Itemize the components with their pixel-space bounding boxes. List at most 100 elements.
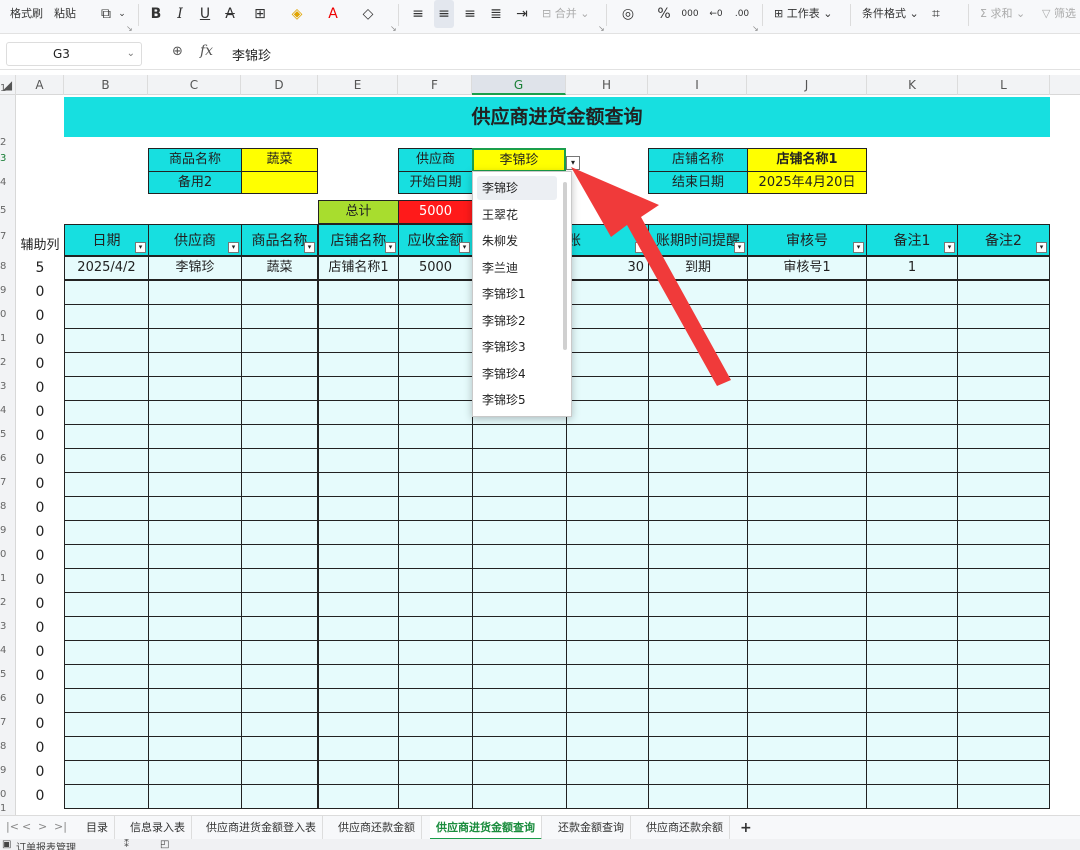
- table-cell[interactable]: [241, 352, 318, 377]
- row-number[interactable]: 1: [0, 803, 16, 814]
- row-number[interactable]: 3: [0, 153, 16, 164]
- table-cell[interactable]: [64, 472, 149, 497]
- table-cell[interactable]: [318, 400, 399, 425]
- table-cell[interactable]: [957, 352, 1050, 377]
- row-number[interactable]: 2: [0, 137, 16, 148]
- aux-value[interactable]: 0: [16, 352, 64, 376]
- sum-button[interactable]: Σ 求和 ⌄: [980, 0, 1025, 28]
- table-cell[interactable]: [398, 376, 473, 401]
- table-cell[interactable]: [866, 784, 958, 809]
- aux-value[interactable]: 0: [16, 496, 64, 520]
- table-cell[interactable]: [957, 424, 1050, 449]
- table-cell[interactable]: [64, 280, 149, 305]
- table-cell[interactable]: [957, 616, 1050, 641]
- table-cell[interactable]: [318, 736, 399, 761]
- table-cell[interactable]: [398, 520, 473, 545]
- table-cell[interactable]: [398, 712, 473, 737]
- table-cell[interactable]: [148, 520, 242, 545]
- table-cell[interactable]: [957, 304, 1050, 329]
- table-cell[interactable]: [318, 664, 399, 689]
- aux-value[interactable]: 0: [16, 304, 64, 328]
- table-cell[interactable]: [566, 472, 649, 497]
- table-cell[interactable]: [64, 544, 149, 569]
- table-cell[interactable]: [472, 736, 567, 761]
- aux-value[interactable]: 0: [16, 328, 64, 352]
- aux-value[interactable]: 0: [16, 640, 64, 664]
- chevron-down-icon[interactable]: ⌄: [127, 43, 135, 65]
- table-cell[interactable]: [957, 760, 1050, 785]
- sheet-tab[interactable]: 信息录入表: [124, 816, 192, 840]
- sheet-tab[interactable]: 供应商进货金额登入表: [200, 816, 323, 840]
- function-icon[interactable]: fx: [200, 43, 213, 59]
- table-cell[interactable]: [318, 328, 399, 353]
- column-header-b[interactable]: B: [64, 75, 148, 95]
- aux-value[interactable]: 0: [16, 592, 64, 616]
- table-cell[interactable]: [747, 400, 867, 425]
- table-cell[interactable]: [566, 400, 649, 425]
- table-cell[interactable]: [64, 688, 149, 713]
- number-format-icon[interactable]: ◎: [618, 0, 638, 28]
- aux-value[interactable]: 0: [16, 400, 64, 424]
- row-number[interactable]: 7: [0, 717, 16, 728]
- name-box[interactable]: G3 ⌄: [6, 42, 142, 66]
- table-cell[interactable]: [318, 712, 399, 737]
- table-cell[interactable]: [148, 784, 242, 809]
- column-header-h[interactable]: H: [566, 75, 648, 95]
- table-cell[interactable]: [318, 640, 399, 665]
- status-tool-icon[interactable]: ⁑: [124, 839, 129, 850]
- table-cell[interactable]: [866, 688, 958, 713]
- aux-value[interactable]: 0: [16, 544, 64, 568]
- last-sheet-icon[interactable]: >|: [54, 820, 67, 833]
- table-cell[interactable]: [566, 568, 649, 593]
- table-cell[interactable]: [148, 400, 242, 425]
- table-cell[interactable]: [64, 304, 149, 329]
- table-cell[interactable]: [648, 712, 748, 737]
- table-cell[interactable]: [148, 448, 242, 473]
- table-cell[interactable]: [64, 592, 149, 617]
- decrease-decimal-icon[interactable]: .00: [732, 0, 752, 28]
- table-cell[interactable]: [747, 784, 867, 809]
- table-cell[interactable]: [398, 760, 473, 785]
- table-cell[interactable]: [747, 616, 867, 641]
- aux-value[interactable]: 0: [16, 280, 64, 304]
- table-cell[interactable]: [148, 688, 242, 713]
- row-number[interactable]: 3: [0, 621, 16, 632]
- table-cell[interactable]: [241, 568, 318, 593]
- table-cell[interactable]: [148, 640, 242, 665]
- aux-value[interactable]: 0: [16, 664, 64, 688]
- table-cell[interactable]: [318, 376, 399, 401]
- aux-value[interactable]: 0: [16, 688, 64, 712]
- table-cell[interactable]: [747, 424, 867, 449]
- sheet-tab[interactable]: 还款金额查询: [552, 816, 631, 840]
- table-cell[interactable]: [241, 544, 318, 569]
- table-cell[interactable]: [148, 712, 242, 737]
- row-number[interactable]: 6: [0, 693, 16, 704]
- table-cell[interactable]: [957, 496, 1050, 521]
- aux-value[interactable]: 0: [16, 760, 64, 784]
- table-cell[interactable]: [866, 616, 958, 641]
- table-cell[interactable]: [866, 520, 958, 545]
- table-cell[interactable]: [472, 544, 567, 569]
- search-icon[interactable]: ⊕: [172, 44, 183, 59]
- table-cell[interactable]: [472, 592, 567, 617]
- row-number[interactable]: 1: [0, 333, 16, 344]
- table-cell[interactable]: [241, 616, 318, 641]
- table-cell[interactable]: [648, 424, 748, 449]
- aux-value[interactable]: 0: [16, 472, 64, 496]
- table-cell[interactable]: [648, 640, 748, 665]
- table-cell[interactable]: [566, 712, 649, 737]
- table-cell[interactable]: [398, 424, 473, 449]
- row-number[interactable]: 0: [0, 309, 16, 320]
- aux-value[interactable]: 0: [16, 376, 64, 400]
- table-cell[interactable]: [318, 352, 399, 377]
- column-header-l[interactable]: L: [958, 75, 1050, 95]
- table-cell[interactable]: [866, 448, 958, 473]
- table-cell[interactable]: [747, 496, 867, 521]
- aux-value[interactable]: 0: [16, 736, 64, 760]
- justify-icon[interactable]: ≣: [486, 0, 506, 28]
- column-header-k[interactable]: K: [867, 75, 958, 95]
- aux-value[interactable]: 0: [16, 616, 64, 640]
- table-cell[interactable]: [398, 280, 473, 305]
- row-number[interactable]: 8: [0, 261, 16, 272]
- row-number[interactable]: 7: [0, 231, 16, 242]
